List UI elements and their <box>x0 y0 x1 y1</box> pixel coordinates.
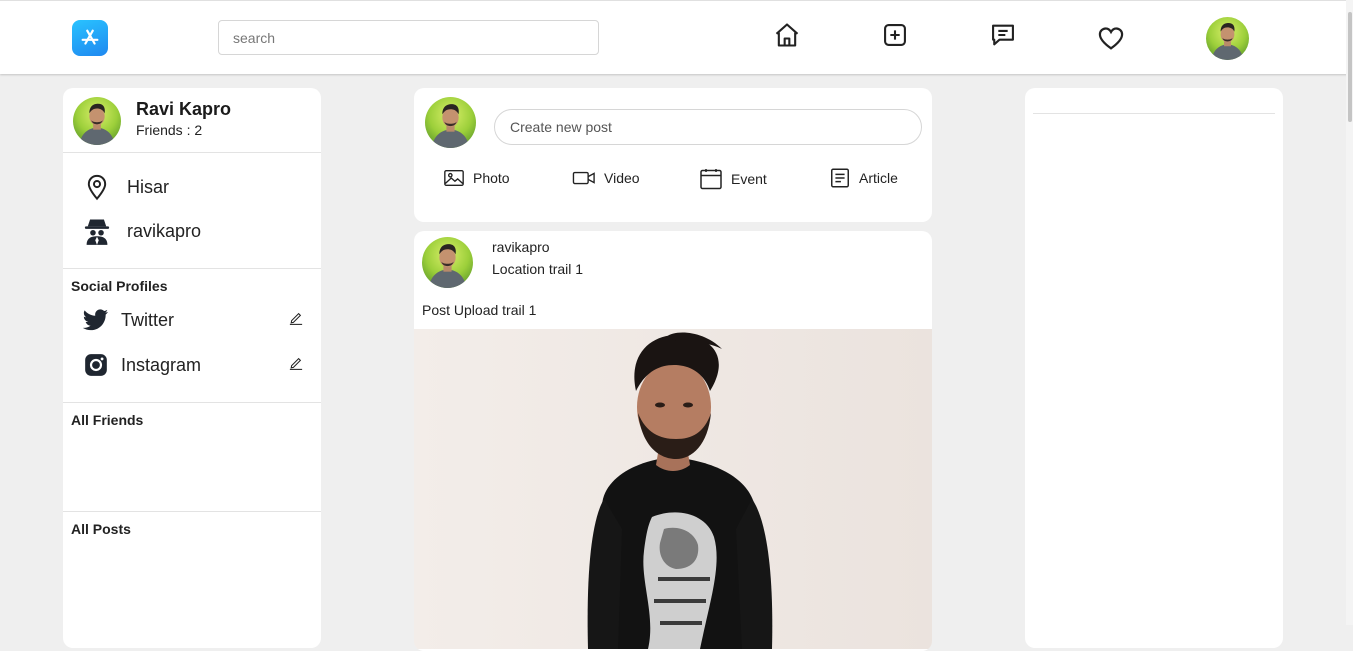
article-label: Article <box>859 170 898 186</box>
divider <box>63 268 321 269</box>
photo-button[interactable]: Photo <box>443 167 510 189</box>
calendar-icon <box>700 169 722 190</box>
social-twitter[interactable]: Twitter <box>83 305 303 335</box>
avatar[interactable] <box>422 237 473 288</box>
create-post-input[interactable] <box>494 109 922 145</box>
event-label: Event <box>731 171 767 187</box>
create-post-card: Photo Video Event Article <box>414 88 932 222</box>
profile-avatar[interactable] <box>1206 17 1249 60</box>
location-pin-icon <box>87 174 107 201</box>
divider <box>63 511 321 512</box>
video-icon <box>572 171 595 185</box>
username-row: ravikapro <box>83 216 201 246</box>
profile-sidebar: Ravi Kapro Friends : 2 Hisar ravikapro S… <box>63 88 321 648</box>
twitter-icon <box>83 309 108 331</box>
instagram-label: Instagram <box>121 354 202 375</box>
photo-icon <box>444 169 464 187</box>
edit-twitter-icon[interactable] <box>289 311 303 325</box>
avatar[interactable] <box>425 97 476 148</box>
username-text: ravikapro <box>127 220 202 241</box>
profile-header: Ravi Kapro Friends : 2 <box>63 88 321 153</box>
app-store-icon[interactable] <box>72 20 108 56</box>
right-sidebar <box>1025 88 1283 648</box>
favorites-icon[interactable] <box>1097 25 1125 53</box>
photo-label: Photo <box>473 170 510 186</box>
incognito-icon <box>84 219 110 245</box>
post-location: Location trail 1 <box>492 261 584 277</box>
article-button[interactable]: Article <box>829 167 898 189</box>
event-button[interactable]: Event <box>699 167 767 191</box>
messages-icon[interactable] <box>989 21 1017 49</box>
location-row: Hisar <box>83 172 169 202</box>
instagram-icon <box>85 354 107 376</box>
all-friends-heading: All Friends <box>71 412 144 428</box>
location-text: Hisar <box>127 176 170 197</box>
friends-count: Friends : 2 <box>136 122 203 138</box>
edit-instagram-icon[interactable] <box>289 356 303 370</box>
post-username[interactable]: ravikapro <box>492 239 550 255</box>
all-posts-heading: All Posts <box>71 521 131 537</box>
scrollbar-thumb[interactable] <box>1348 12 1352 122</box>
avatar[interactable] <box>73 97 121 145</box>
top-navigation-bar <box>0 0 1353 74</box>
search-input[interactable] <box>218 20 599 55</box>
video-button[interactable]: Video <box>572 167 640 189</box>
profile-name: Ravi Kapro <box>136 99 232 119</box>
article-icon <box>831 168 849 188</box>
add-post-icon[interactable] <box>881 21 909 49</box>
divider <box>1033 113 1275 114</box>
post-image[interactable] <box>414 329 932 649</box>
video-label: Video <box>604 170 640 186</box>
post-caption: Post Upload trail 1 <box>422 302 537 318</box>
social-instagram[interactable]: Instagram <box>83 350 303 380</box>
social-profiles-heading: Social Profiles <box>71 278 168 294</box>
post-card: ravikapro Location trail 1 Post Upload t… <box>414 231 932 651</box>
home-icon[interactable] <box>773 21 801 49</box>
divider <box>63 402 321 403</box>
twitter-label: Twitter <box>121 309 175 330</box>
